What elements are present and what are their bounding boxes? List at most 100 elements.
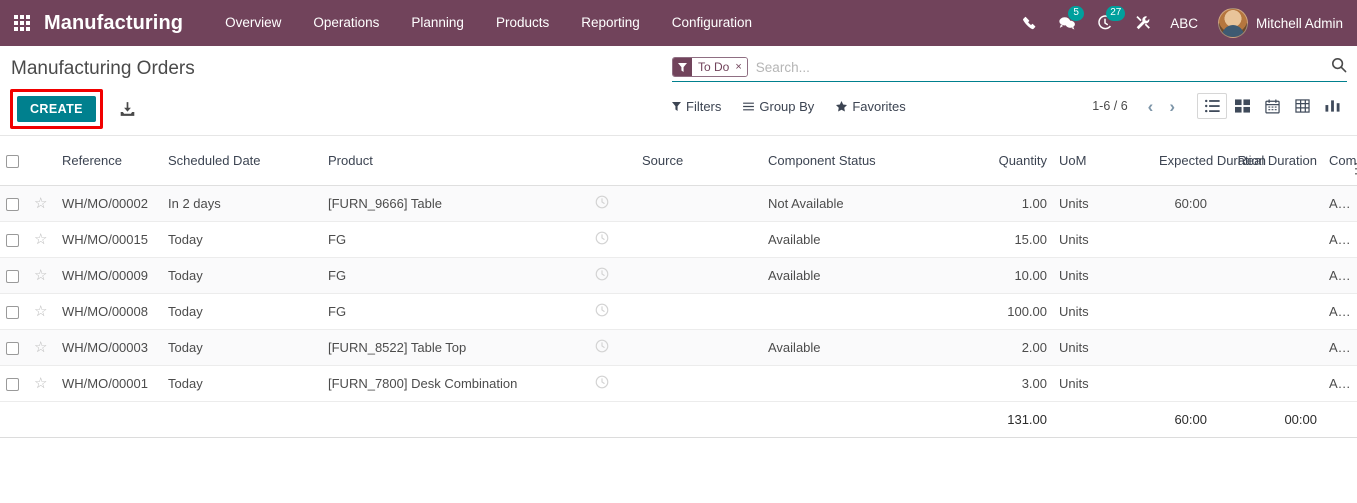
favorite-star-icon[interactable]: ☆ <box>34 303 47 320</box>
column-header-company[interactable]: Company <box>1323 136 1357 186</box>
cell-company: ABC <box>1323 257 1357 294</box>
row-favorite-cell[interactable]: ☆ <box>28 293 56 330</box>
activity-clock-icon[interactable]: 27 <box>1086 0 1126 46</box>
group-by-lines-icon <box>743 102 755 110</box>
user-menu[interactable]: Mitchell Admin <box>1212 8 1347 38</box>
create-button[interactable]: CREATE <box>17 96 96 122</box>
search-bar[interactable]: To Do × <box>672 56 1347 82</box>
cell-reference[interactable]: WH/MO/00008 <box>56 293 162 330</box>
import-download-icon[interactable] <box>119 101 136 118</box>
cell-reference[interactable]: WH/MO/00009 <box>56 257 162 294</box>
cell-reference[interactable]: WH/MO/00015 <box>56 221 162 258</box>
phone-icon[interactable] <box>1010 0 1048 46</box>
favorites-star-icon <box>836 100 848 111</box>
favorite-star-icon[interactable]: ☆ <box>34 375 47 392</box>
filter-row: Filters Group By Favorites 1-6 / 6 ‹ › <box>672 93 1347 119</box>
cell-reference[interactable]: WH/MO/00001 <box>56 365 162 402</box>
column-header-product[interactable]: Product <box>322 136 636 186</box>
row-favorite-cell[interactable]: ☆ <box>28 185 56 222</box>
row-checkbox[interactable] <box>6 198 19 212</box>
column-header-source[interactable]: Source <box>636 136 762 186</box>
favorite-star-icon[interactable]: ☆ <box>34 339 47 356</box>
menu-item-products[interactable]: Products <box>480 0 565 46</box>
row-checkbox[interactable] <box>6 306 19 320</box>
menu-item-operations[interactable]: Operations <box>297 0 395 46</box>
apps-grid-icon[interactable] <box>0 0 44 46</box>
row-favorite-cell[interactable]: ☆ <box>28 365 56 402</box>
filters-dropdown[interactable]: Filters <box>672 99 721 114</box>
control-panel: Manufacturing Orders CREATE To Do × Sear… <box>0 46 1357 136</box>
table-row[interactable]: ☆ WH/MO/00002 In 2 days [FURN_9666] Table No… <box>0 185 1357 222</box>
totals-uom <box>1053 401 1153 438</box>
cell-real-duration <box>1213 185 1323 222</box>
cell-company: ABC <box>1323 329 1357 366</box>
row-favorite-cell[interactable]: ☆ <box>28 329 56 366</box>
row-checkbox[interactable] <box>6 234 19 248</box>
row-checkbox[interactable] <box>6 378 19 392</box>
menu-item-reporting[interactable]: Reporting <box>565 0 656 46</box>
favorite-star-icon[interactable]: ☆ <box>34 231 47 248</box>
column-header-reference[interactable]: Reference <box>56 136 162 186</box>
favorites-dropdown[interactable]: Favorites <box>836 99 906 114</box>
cell-uom: Units <box>1053 365 1153 402</box>
row-checkbox[interactable] <box>6 342 19 356</box>
row-checkbox-cell[interactable] <box>0 221 28 258</box>
row-checkbox-cell[interactable] <box>0 257 28 294</box>
search-facet-remove-icon[interactable]: × <box>734 58 747 76</box>
create-button-highlight: CREATE <box>10 89 103 129</box>
search-facet-todo[interactable]: To Do × <box>672 57 748 77</box>
search-input[interactable] <box>747 58 1347 76</box>
row-checkbox[interactable] <box>6 270 19 284</box>
table-row[interactable]: ☆ WH/MO/00003 Today [FURN_8522] Table Top Av… <box>0 329 1357 366</box>
pager-range: 1-6 / 6 <box>1092 99 1128 113</box>
cell-product-clock <box>568 221 636 258</box>
calendar-view-icon[interactable] <box>1257 93 1287 119</box>
cell-product-clock <box>568 329 636 366</box>
totals-quantity: 131.00 <box>908 401 1053 438</box>
row-favorite-cell[interactable]: ☆ <box>28 221 56 258</box>
column-header-component-status[interactable]: Component Status <box>762 136 908 186</box>
cell-reference[interactable]: WH/MO/00003 <box>56 329 162 366</box>
select-all-checkbox[interactable] <box>6 155 19 169</box>
favorite-star-icon[interactable]: ☆ <box>34 195 47 212</box>
column-header-uom[interactable]: UoM <box>1053 136 1153 186</box>
row-checkbox-cell[interactable] <box>0 185 28 222</box>
column-header-expected-duration[interactable]: Expected Duration <box>1153 136 1266 186</box>
app-brand-title[interactable]: Manufacturing <box>44 12 183 35</box>
row-checkbox-cell[interactable] <box>0 365 28 402</box>
search-magnifier-icon[interactable] <box>1331 57 1347 76</box>
pager-next-button[interactable]: › <box>1161 98 1183 115</box>
select-all-checkbox-cell[interactable] <box>0 136 28 186</box>
filter-funnel-icon <box>672 101 681 111</box>
row-checkbox-cell[interactable] <box>0 293 28 330</box>
table-row[interactable]: ☆WH/MO/00008TodayFG100.00UnitsABCTo Clos… <box>0 293 1357 330</box>
column-header-quantity[interactable]: Quantity <box>908 136 1053 186</box>
wrench-tools-icon[interactable] <box>1124 0 1162 46</box>
totals-spacer-1 <box>0 401 28 438</box>
navbar-right-tools: 5 27 ABC Mitchell Admin <box>1010 0 1347 46</box>
cell-uom: Units <box>1053 293 1153 330</box>
table-row[interactable]: ☆ WH/MO/00009 Today FG Available 10.00 Units AB… <box>0 257 1357 294</box>
list-view-icon[interactable] <box>1197 93 1227 119</box>
menu-item-overview[interactable]: Overview <box>209 0 297 46</box>
table-row[interactable]: ☆ WH/MO/00015 Today FG Available 15.00 Units AB… <box>0 221 1357 258</box>
kanban-view-icon[interactable] <box>1227 93 1257 119</box>
user-name-label: Mitchell Admin <box>1255 15 1343 31</box>
graph-view-icon[interactable] <box>1317 93 1347 119</box>
table-row[interactable]: ☆ WH/MO/00001 Today [FURN_7800] Desk Combin… <box>0 365 1357 402</box>
chat-icon[interactable]: 5 <box>1048 0 1086 46</box>
pivot-view-icon[interactable] <box>1287 93 1317 119</box>
pager-previous-button[interactable]: ‹ <box>1140 98 1162 115</box>
company-switcher[interactable]: ABC <box>1162 16 1212 31</box>
cell-component-status <box>762 365 908 402</box>
cell-scheduled-date: Today <box>162 257 322 294</box>
row-checkbox-cell[interactable] <box>0 329 28 366</box>
group-by-dropdown[interactable]: Group By <box>743 99 814 114</box>
totals-spacer-8 <box>762 401 908 438</box>
menu-item-planning[interactable]: Planning <box>395 0 480 46</box>
menu-item-configuration[interactable]: Configuration <box>656 0 768 46</box>
column-header-scheduled-date[interactable]: Scheduled Date <box>162 136 322 186</box>
cell-reference[interactable]: WH/MO/00002 <box>56 185 162 222</box>
favorite-star-icon[interactable]: ☆ <box>34 267 47 284</box>
row-favorite-cell[interactable]: ☆ <box>28 257 56 294</box>
